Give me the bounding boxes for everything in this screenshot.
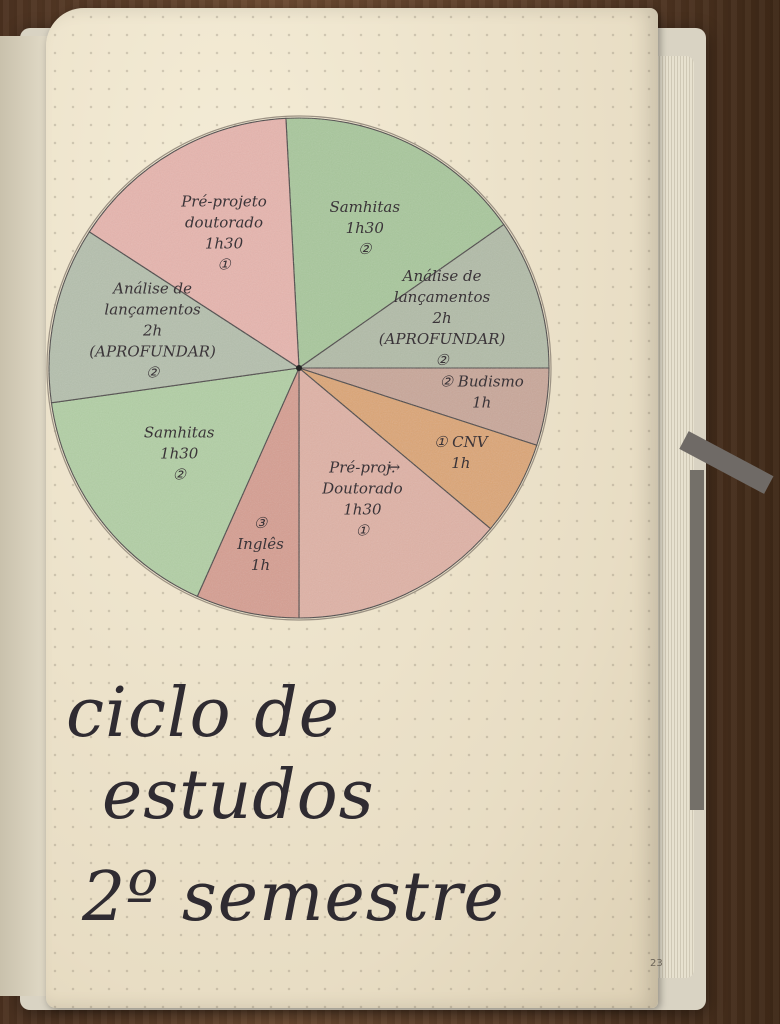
- wheel-slice-9-label-line: doutorado: [185, 214, 263, 232]
- wheel-slice-3-label-line: ② Budismo: [440, 372, 524, 390]
- wheel-slice-5-label-line: 1h30: [343, 500, 382, 518]
- title-line-2: estudos: [102, 756, 375, 835]
- page-number: 23: [650, 958, 663, 969]
- wheel-slice-9-label-line: Pré-projeto: [180, 193, 267, 211]
- wheel-slice-6-label-line: 1h: [251, 556, 270, 574]
- wheel-slice-9-label-line: ①: [217, 256, 232, 274]
- wheel-slice-1-label-line: Samhitas: [329, 198, 400, 216]
- study-cycle-wheel: Samhitas 1h30 ② Análise de lançamentos 2h (APR…: [46, 115, 552, 937]
- wheel-slice-4-label-line: ① CNV: [434, 433, 490, 451]
- wheel-slice-8-label-line: (APROFUNDAR): [89, 343, 216, 361]
- wheel-slice-2-label-line: (APROFUNDAR): [379, 330, 506, 348]
- wheel-slice-7-label-line: ②: [172, 465, 187, 483]
- swap-arrow-icon: ↔: [388, 458, 401, 476]
- wheel-slice-8-label-line: ②: [146, 364, 161, 382]
- title-line-1: ciclo de: [66, 674, 340, 753]
- wheel-slice-7-label-line: 1h30: [160, 444, 199, 462]
- wheel-slice-2-label-line: ②: [435, 351, 450, 369]
- bookmark-ribbon-tail: [690, 470, 704, 810]
- wheel-slice-8-label-line: 2h: [142, 322, 162, 340]
- wheel-slice-8-label-line: lançamentos: [104, 301, 201, 319]
- wheel-slice-2-label-line: Análise de: [401, 267, 482, 285]
- wheel-slice-6-label-line: ③: [254, 514, 269, 532]
- wheel-slice-4-label-line: 1h: [451, 454, 470, 472]
- wheel-slice-2-label-line: lançamentos: [394, 288, 491, 306]
- wheel-slice-1-label-line: 1h30: [346, 219, 385, 237]
- wheel-slice-6-label-line: Inglês: [236, 535, 284, 553]
- notebook-page: Samhitas 1h30 ② Análise de lançamentos 2h (APR…: [46, 8, 663, 1008]
- wheel-slice-7-label-line: Samhitas: [144, 423, 215, 441]
- title-line-3: 2º semestre: [81, 858, 505, 937]
- wheel-slice-5-label-line: ①: [356, 521, 371, 539]
- wheel-slice-8-label-line: Análise de: [111, 280, 192, 298]
- wheel-slice-2-label-line: 2h: [431, 309, 451, 327]
- wheel-slice-3-label-line: 1h: [472, 393, 491, 411]
- wheel-center-dot: [296, 365, 302, 371]
- wheel-slice-1-label-line: ②: [358, 240, 373, 258]
- wheel-slice-9-label-line: 1h30: [205, 235, 244, 253]
- wheel-slice-5-label-line: Pré-proj.: [328, 458, 395, 476]
- wheel-slice-5-label-line: Doutorado: [321, 479, 403, 497]
- photo-scene: Samhitas 1h30 ② Análise de lançamentos 2h (APR…: [0, 0, 780, 1024]
